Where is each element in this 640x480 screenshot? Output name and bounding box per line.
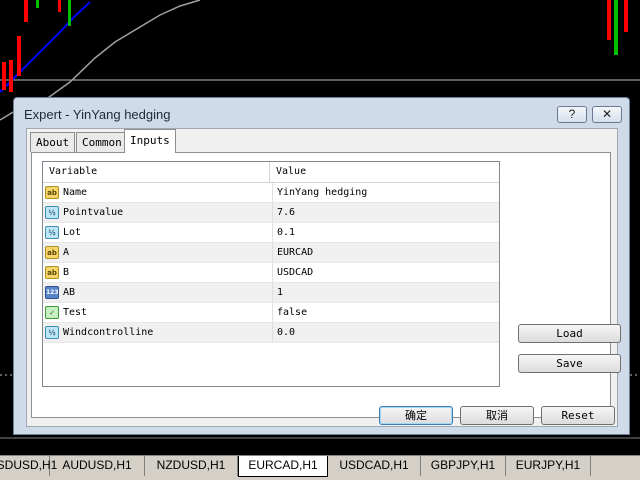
double-icon: ½	[45, 206, 59, 219]
candle	[607, 0, 611, 40]
ab-string-icon: ab	[45, 246, 59, 259]
table-row[interactable]: ab A EURCAD	[43, 243, 499, 263]
expert-dialog: Expert - YinYang hedging ? ✕ About Commo…	[13, 97, 630, 435]
help-button[interactable]: ?	[557, 106, 587, 123]
candle	[68, 0, 71, 26]
tab-common[interactable]: Common	[76, 132, 128, 152]
candle	[36, 0, 39, 8]
variable-name: Test	[63, 307, 88, 318]
chart-tab-active[interactable]: EURCAD,H1	[238, 456, 328, 477]
variable-name: Pointvalue	[63, 207, 124, 218]
chart-tab[interactable]: USDCAD,H1	[328, 456, 421, 476]
variable-value[interactable]: YinYang hedging	[272, 183, 497, 202]
double-icon: ½	[45, 326, 59, 339]
candle	[614, 0, 618, 55]
double-icon: ½	[45, 226, 59, 239]
inputs-page: Variable Value ab Name YinYang hedging ½…	[31, 152, 621, 418]
variable-name: AB	[63, 287, 76, 298]
bool-icon: ✓	[45, 306, 59, 319]
column-header-variable[interactable]: Variable	[43, 162, 270, 182]
table-row[interactable]: ✓ Test false	[43, 303, 499, 323]
close-button[interactable]: ✕	[592, 106, 622, 123]
column-header-value[interactable]: Value	[270, 162, 499, 182]
candle	[17, 36, 21, 76]
chart-tab[interactable]: AUDUSD,H1	[50, 456, 145, 476]
variable-value[interactable]: 7.6	[272, 203, 497, 222]
dialog-client: About Common Inputs Variable Value ab Na…	[26, 128, 621, 427]
candle	[24, 0, 28, 22]
candle	[2, 62, 6, 90]
ok-button[interactable]: 确定	[379, 406, 453, 425]
save-button[interactable]: Save	[518, 354, 621, 373]
variable-value[interactable]: 0.1	[272, 223, 497, 242]
integer-icon: 123	[45, 286, 59, 299]
candle	[58, 0, 61, 12]
variable-value[interactable]: USDCAD	[272, 263, 497, 282]
chart-tab-bar: USDUSD,H1 AUDUSD,H1 NZDUSD,H1 EURCAD,H1 …	[0, 455, 640, 480]
cancel-button[interactable]: 取消	[460, 406, 534, 425]
variable-value[interactable]: 1	[272, 283, 497, 302]
variable-value[interactable]: 0.0	[272, 323, 497, 342]
variable-name: Name	[63, 187, 88, 198]
table-row[interactable]: ½ Lot 0.1	[43, 223, 499, 243]
variable-value[interactable]: false	[272, 303, 497, 322]
tab-about[interactable]: About	[30, 132, 76, 152]
table-row[interactable]: 123 AB 1	[43, 283, 499, 303]
inputs-grid: Variable Value ab Name YinYang hedging ½…	[42, 161, 500, 387]
variable-name: A	[63, 247, 70, 258]
moving-average-fast	[0, 1, 91, 93]
table-row[interactable]: ab Name YinYang hedging	[43, 183, 499, 203]
candle	[9, 60, 13, 92]
variable-name: B	[63, 267, 70, 278]
table-row[interactable]: ½ Windcontrolline 0.0	[43, 323, 499, 343]
table-row[interactable]: ½ Pointvalue 7.6	[43, 203, 499, 223]
candle	[624, 0, 628, 32]
chart-tab[interactable]: GBPJPY,H1	[421, 456, 506, 476]
dialog-title: Expert - YinYang hedging	[24, 107, 171, 122]
load-button[interactable]: Load	[518, 324, 621, 343]
chart-tab[interactable]: USDUSD,H1	[0, 456, 57, 476]
reset-button[interactable]: Reset	[541, 406, 615, 425]
ab-string-icon: ab	[45, 186, 59, 199]
variable-name: Lot	[63, 227, 82, 238]
grid-header: Variable Value	[43, 162, 499, 183]
ab-string-icon: ab	[45, 266, 59, 279]
variable-name: Windcontrolline	[63, 327, 154, 338]
tab-inputs[interactable]: Inputs	[124, 129, 176, 153]
chart-tab[interactable]: EURJPY,H1	[506, 456, 591, 476]
table-row[interactable]: ab B USDCAD	[43, 263, 499, 283]
candles	[2, 0, 628, 92]
variable-value[interactable]: EURCAD	[272, 243, 497, 262]
chart-tab[interactable]: NZDUSD,H1	[145, 456, 238, 476]
